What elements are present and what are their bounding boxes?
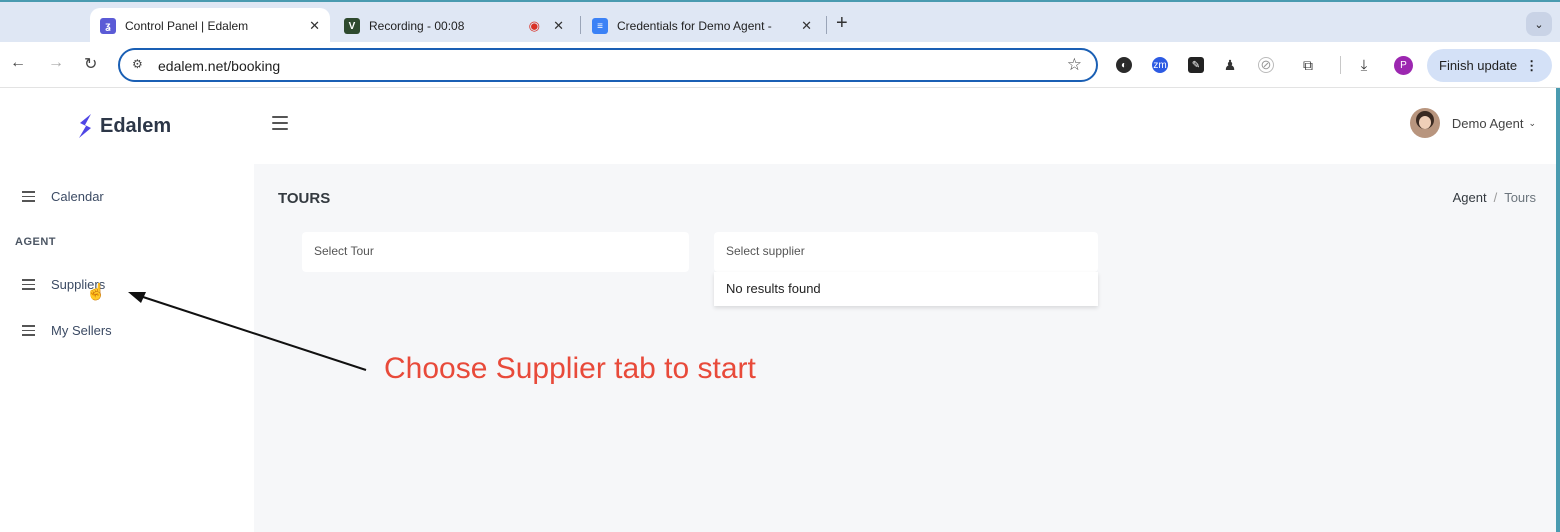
- address-bar[interactable]: ⚙ edalem.net/booking ☆: [118, 48, 1098, 82]
- stamp-extension-icon[interactable]: ♟: [1222, 57, 1238, 73]
- supplier-dropdown-empty-message: No results found: [714, 272, 1098, 306]
- hamburger-menu-icon[interactable]: [272, 116, 288, 130]
- reload-icon[interactable]: ↻: [84, 54, 97, 74]
- list-icon: [22, 322, 35, 339]
- tab-title: Credentials for Demo Agent -: [617, 19, 772, 33]
- brand-name: Edalem: [100, 114, 172, 137]
- site-settings-icon[interactable]: ⚙: [132, 57, 143, 71]
- sidebar-item-label: My Sellers: [51, 322, 112, 338]
- close-icon[interactable]: ✕: [553, 18, 564, 34]
- sidebar: Calendar AGENT Suppliers My Sellers: [0, 164, 254, 532]
- more-vert-icon: ⋮: [1525, 57, 1539, 73]
- avatar: [1409, 108, 1440, 138]
- page-title: TOURS: [278, 190, 331, 207]
- finish-update-button[interactable]: Finish update ⋮: [1427, 49, 1552, 82]
- back-arrow-icon[interactable]: ←: [10, 54, 26, 72]
- annotation-text: Choose Supplier tab to start: [384, 352, 756, 385]
- browser-toolbar: ← → ↻ ⚙ edalem.net/booking ☆ ◐ zm ✎ ♟ ⊘ …: [0, 42, 1560, 88]
- download-icon[interactable]: ⤓: [1356, 57, 1372, 74]
- tab-title: Recording - 00:08: [369, 19, 465, 33]
- tab-recording[interactable]: V Recording - 00:08 ◉ ✕: [334, 8, 574, 44]
- breadcrumb-root[interactable]: Agent: [1453, 190, 1487, 205]
- zoom-extension-icon[interactable]: zm: [1152, 57, 1168, 73]
- record-indicator-icon: ◉: [528, 18, 540, 33]
- toolbar-divider: [1340, 56, 1341, 74]
- user-name: Demo Agent: [1451, 115, 1524, 131]
- tab-title: Control Panel | Edalem: [125, 19, 249, 33]
- sidebar-item-calendar[interactable]: Calendar: [22, 188, 104, 205]
- bookmark-star-icon[interactable]: ☆: [1067, 55, 1082, 75]
- brand-logo[interactable]: Edalem: [76, 112, 171, 140]
- list-icon: [22, 276, 35, 293]
- sidebar-section-agent: AGENT: [15, 236, 56, 248]
- tab-control-panel[interactable]: ʓ Control Panel | Edalem ✕: [90, 8, 330, 44]
- select-supplier-dropdown[interactable]: Select supplier: [714, 232, 1098, 272]
- breadcrumb-current: Tours: [1504, 190, 1536, 205]
- breadcrumb: Agent / Tours: [1452, 190, 1536, 205]
- edalem-logo-icon: [79, 114, 91, 138]
- chevron-down-icon: ⌄: [1528, 117, 1536, 128]
- app-viewport: Edalem Demo Agent ⌄ Calendar AGENT Suppl…: [0, 88, 1556, 532]
- recording-favicon-icon: V: [344, 18, 360, 34]
- tab-search-chevron-icon[interactable]: ⌄: [1526, 12, 1552, 36]
- app-header: Edalem Demo Agent ⌄: [0, 88, 1556, 164]
- edit-extension-icon[interactable]: ✎: [1188, 57, 1204, 73]
- extensions-puzzle-icon[interactable]: ⧉: [1300, 57, 1316, 73]
- tab-divider: [580, 16, 581, 34]
- profile-avatar[interactable]: P: [1394, 56, 1413, 75]
- finish-update-label: Finish update: [1439, 58, 1518, 73]
- url-text[interactable]: edalem.net/booking: [158, 58, 280, 74]
- tab-divider: [826, 16, 827, 34]
- docs-favicon-icon: ≡: [592, 18, 608, 34]
- close-icon[interactable]: ✕: [801, 18, 812, 34]
- hand-cursor-icon: ☝: [86, 284, 106, 301]
- select-tour-dropdown[interactable]: Select Tour: [302, 232, 689, 272]
- list-icon: [22, 188, 35, 205]
- compass-extension-icon[interactable]: ⊘: [1258, 57, 1274, 73]
- edalem-favicon-icon: ʓ: [100, 18, 116, 34]
- forward-arrow-icon[interactable]: →: [48, 54, 64, 72]
- browser-tab-strip: ʓ Control Panel | Edalem ✕ V Recording -…: [0, 0, 1560, 44]
- close-icon[interactable]: ✕: [309, 18, 320, 34]
- sidebar-item-label: Calendar: [51, 188, 104, 204]
- tab-credentials[interactable]: ≡ Credentials for Demo Agent - ✕: [582, 8, 822, 44]
- sidebar-item-my-sellers[interactable]: My Sellers: [22, 322, 112, 339]
- user-menu[interactable]: Demo Agent ⌄: [1409, 108, 1536, 138]
- password-extension-icon[interactable]: ◐: [1116, 57, 1132, 73]
- new-tab-icon[interactable]: +: [836, 12, 848, 35]
- main-content: TOURS Agent / Tours Select Tour Select sup…: [254, 164, 1556, 532]
